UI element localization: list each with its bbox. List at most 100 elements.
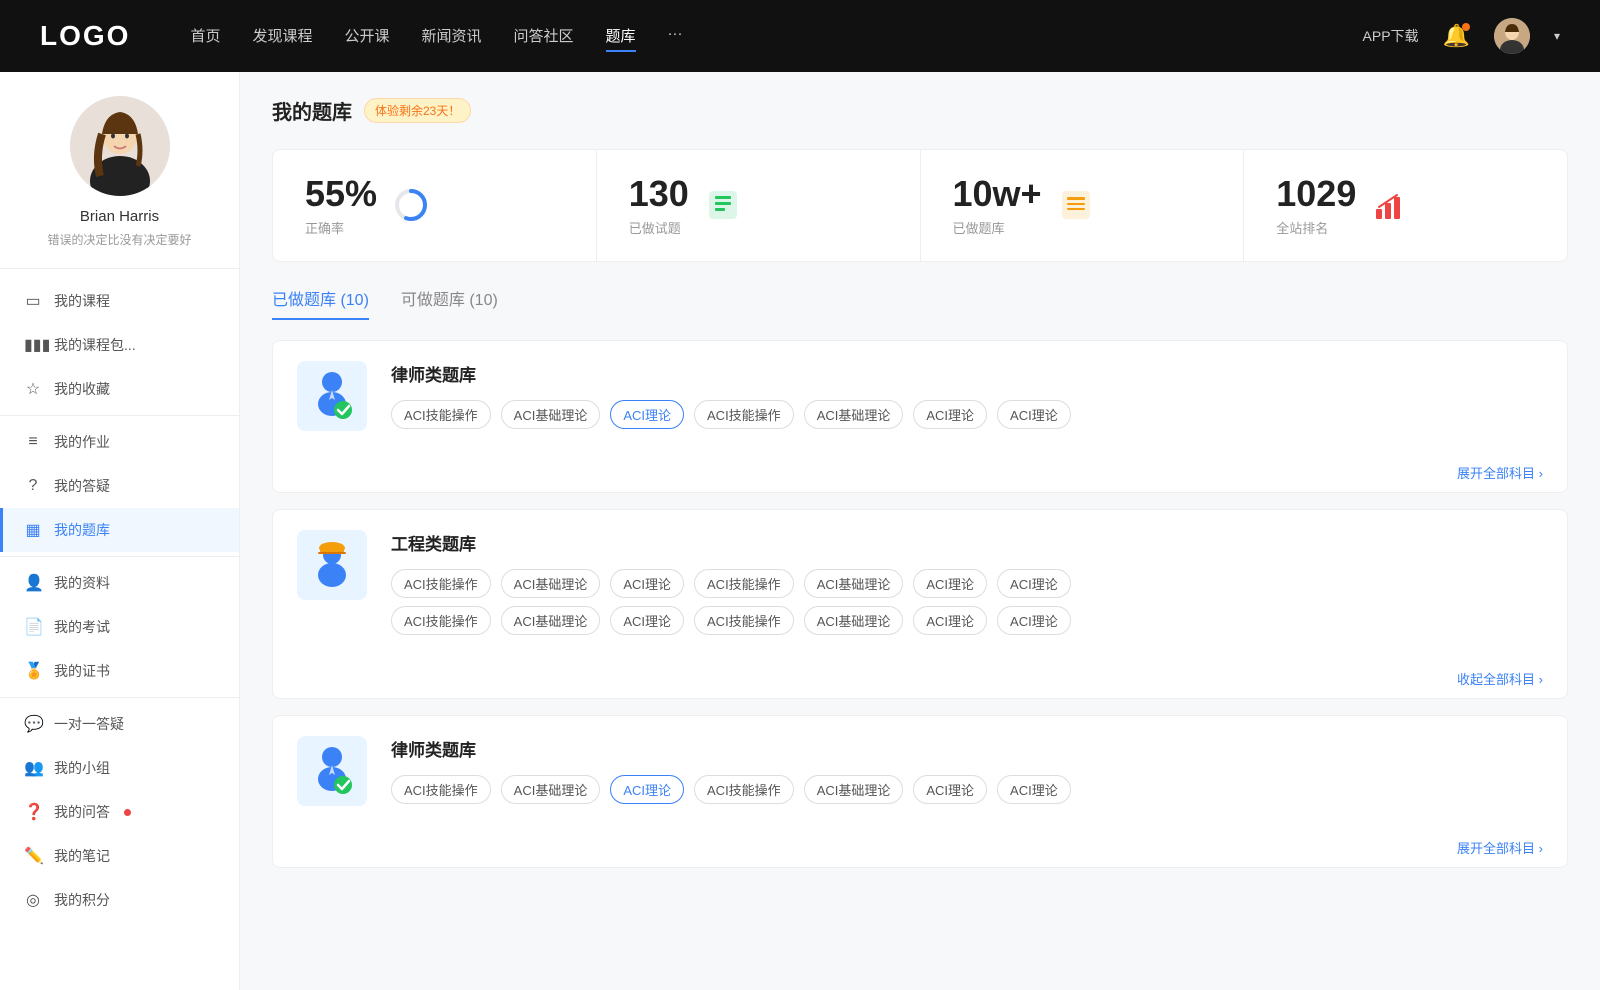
course-icon: ▭ [24, 291, 42, 311]
ranking-icon [1372, 187, 1408, 223]
tag[interactable]: ACI技能操作 [694, 606, 794, 635]
lawyer-icon-wrap [297, 361, 367, 431]
sidebar-label: 我的资料 [54, 573, 110, 593]
nav-news[interactable]: 新闻资讯 [422, 21, 482, 52]
tag[interactable]: ACI基础理论 [804, 606, 904, 635]
sidebar-item-points[interactable]: ◎ 我的积分 [0, 878, 239, 922]
tag[interactable]: ACI技能操作 [391, 606, 491, 635]
tag[interactable]: ACI技能操作 [391, 775, 491, 804]
tag[interactable]: ACI理论 [997, 569, 1071, 598]
user-menu-chevron[interactable]: ▾ [1554, 29, 1560, 43]
sidebar-label: 一对一答疑 [54, 714, 124, 734]
tag-active[interactable]: ACI理论 [610, 775, 684, 804]
engineer-category-content: 工程类题库 ACI技能操作 ACI基础理论 ACI理论 ACI技能操作 ACI基… [391, 530, 1543, 643]
collapse-button[interactable]: 收起全部科目 › [273, 663, 1567, 698]
profile-name: Brian Harris [80, 208, 159, 225]
tab-available[interactable]: 可做题库 (10) [401, 286, 498, 320]
stat-done-questions: 130 已做试题 [597, 150, 921, 261]
sidebar-label: 我的证书 [54, 661, 110, 681]
done-icon [705, 187, 741, 223]
sidebar-item-notes[interactable]: ✏️ 我的笔记 [0, 834, 239, 878]
sidebar-item-one-on-one[interactable]: 💬 一对一答疑 [0, 702, 239, 746]
tag[interactable]: ACI理论 [610, 606, 684, 635]
tag[interactable]: ACI基础理论 [501, 606, 601, 635]
lawyer-icon-wrap-2 [297, 736, 367, 806]
tag[interactable]: ACI技能操作 [391, 569, 491, 598]
tag[interactable]: ACI理论 [913, 400, 987, 429]
page-title: 我的题库 [272, 96, 352, 125]
tab-done[interactable]: 已做题库 (10) [272, 286, 369, 320]
tag[interactable]: ACI基础理论 [501, 569, 601, 598]
homework-icon: ≡ [24, 433, 42, 451]
sidebar-item-favorites[interactable]: ☆ 我的收藏 [0, 367, 239, 411]
page-header: 我的题库 体验剩余23天！ [272, 96, 1568, 125]
nav-question-bank[interactable]: 题库 [606, 21, 636, 52]
app-download-button[interactable]: APP下载 [1363, 26, 1419, 46]
sidebar-item-question-bank[interactable]: ▦ 我的题库 [0, 508, 239, 552]
nav-discover[interactable]: 发现课程 [252, 21, 312, 52]
sidebar-item-profile[interactable]: 👤 我的资料 [0, 561, 239, 605]
tag[interactable]: ACI理论 [913, 606, 987, 635]
divider [0, 415, 239, 416]
category-card-lawyer-1: 律师类题库 ACI技能操作 ACI基础理论 ACI理论 ACI技能操作 ACI基… [272, 340, 1568, 493]
lawyer-category-content: 律师类题库 ACI技能操作 ACI基础理论 ACI理论 ACI技能操作 ACI基… [391, 361, 1543, 437]
done-value: 130 [629, 174, 689, 214]
tag[interactable]: ACI基础理论 [804, 775, 904, 804]
stat-done-banks: 10w+ 已做题库 [921, 150, 1245, 261]
nav-qa[interactable]: 问答社区 [514, 21, 574, 52]
banks-icon [1058, 187, 1094, 223]
tag[interactable]: ACI理论 [913, 775, 987, 804]
notification-bell[interactable]: 🔔 [1443, 23, 1470, 49]
sidebar-item-exam[interactable]: 📄 我的考试 [0, 605, 239, 649]
tag[interactable]: ACI理论 [997, 606, 1071, 635]
tag[interactable]: ACI理论 [997, 775, 1071, 804]
sidebar-menu: ▭ 我的课程 ▮▮▮ 我的课程包... ☆ 我的收藏 ≡ 我的作业 ? 我的答疑… [0, 269, 239, 932]
sidebar-item-group[interactable]: 👥 我的小组 [0, 746, 239, 790]
tag[interactable]: ACI理论 [610, 569, 684, 598]
sidebar: Brian Harris 错误的决定比没有决定要好 ▭ 我的课程 ▮▮▮ 我的课… [0, 72, 240, 990]
expand-button-3[interactable]: 展开全部科目 › [273, 832, 1567, 867]
profile-icon: 👤 [24, 573, 42, 593]
sidebar-label: 我的问答 [54, 802, 110, 822]
engineer-tags-row2: ACI技能操作 ACI基础理论 ACI理论 ACI技能操作 ACI基础理论 AC… [391, 606, 1543, 635]
notification-dot [1462, 23, 1470, 31]
lawyer-title: 律师类题库 [391, 361, 1543, 386]
category-card-lawyer-2: 律师类题库 ACI技能操作 ACI基础理论 ACI理论 ACI技能操作 ACI基… [272, 715, 1568, 868]
tag[interactable]: ACI理论 [913, 569, 987, 598]
accuracy-icon [393, 187, 429, 223]
ranking-value: 1029 [1276, 174, 1356, 214]
sidebar-item-qa[interactable]: ? 我的答疑 [0, 464, 239, 508]
category-card-engineer: 工程类题库 ACI技能操作 ACI基础理论 ACI理论 ACI技能操作 ACI基… [272, 509, 1568, 699]
tag[interactable]: ACI基础理论 [804, 569, 904, 598]
page-layout: Brian Harris 错误的决定比没有决定要好 ▭ 我的课程 ▮▮▮ 我的课… [0, 72, 1600, 990]
tag[interactable]: ACI技能操作 [391, 400, 491, 429]
expand-button-1[interactable]: 展开全部科目 › [273, 457, 1567, 492]
nav-home[interactable]: 首页 [190, 21, 220, 52]
sidebar-item-homework[interactable]: ≡ 我的作业 [0, 420, 239, 464]
tag[interactable]: ACI基础理论 [501, 775, 601, 804]
tag[interactable]: ACI基础理论 [501, 400, 601, 429]
lawyer-category-content-2: 律师类题库 ACI技能操作 ACI基础理论 ACI理论 ACI技能操作 ACI基… [391, 736, 1543, 812]
sidebar-label: 我的课程包... [54, 335, 136, 355]
tag[interactable]: ACI技能操作 [694, 775, 794, 804]
sidebar-item-my-qa[interactable]: ❓ 我的问答 [0, 790, 239, 834]
tag[interactable]: ACI基础理论 [804, 400, 904, 429]
nav-right: APP下载 🔔 ▾ [1363, 18, 1560, 54]
tabs-row: 已做题库 (10) 可做题库 (10) [272, 286, 1568, 320]
tag[interactable]: ACI技能操作 [694, 569, 794, 598]
nav-open-course[interactable]: 公开课 [344, 21, 389, 52]
sidebar-item-certificate[interactable]: 🏅 我的证书 [0, 649, 239, 693]
engineer-icon-wrap [297, 530, 367, 600]
tag-active[interactable]: ACI理论 [610, 400, 684, 429]
tag[interactable]: ACI理论 [997, 400, 1071, 429]
sidebar-label: 我的收藏 [54, 379, 110, 399]
sidebar-item-course-package[interactable]: ▮▮▮ 我的课程包... [0, 323, 239, 367]
profile-motto: 错误的决定比没有决定要好 [47, 231, 191, 248]
tag[interactable]: ACI技能操作 [694, 400, 794, 429]
sidebar-label: 我的小组 [54, 758, 110, 778]
group-icon: 👥 [24, 758, 42, 778]
nav-more[interactable]: ··· [668, 21, 683, 52]
user-avatar[interactable] [1494, 18, 1530, 54]
cert-icon: 🏅 [24, 661, 42, 681]
sidebar-item-my-courses[interactable]: ▭ 我的课程 [0, 279, 239, 323]
